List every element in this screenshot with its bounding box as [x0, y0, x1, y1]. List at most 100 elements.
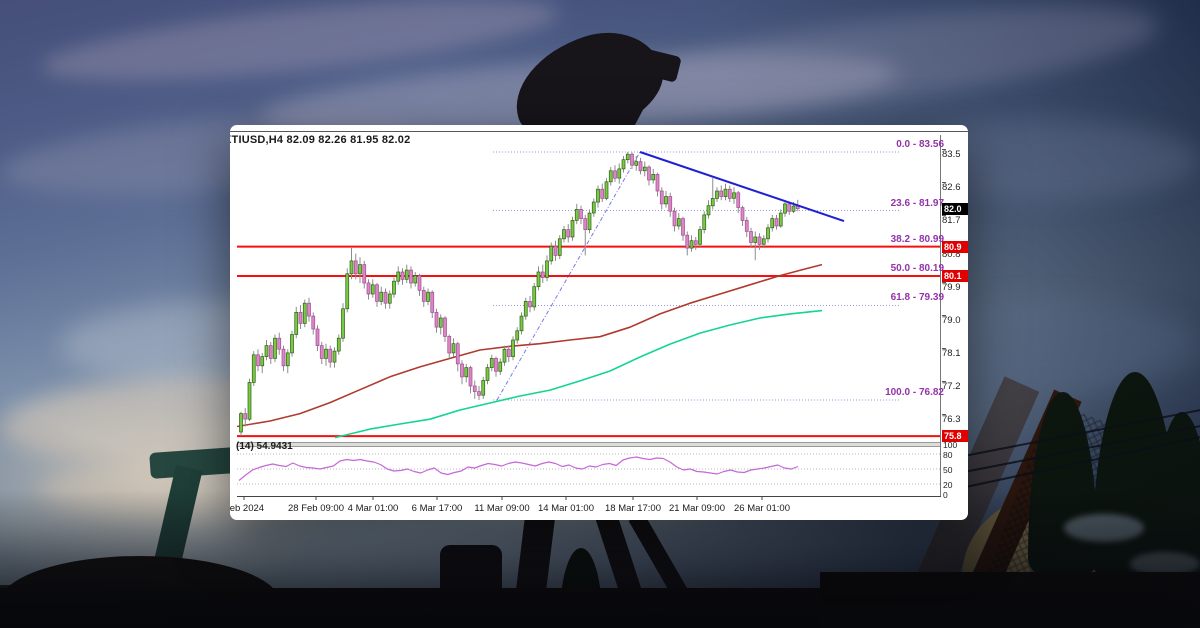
time-axis-label: 26 Mar 01:00	[726, 503, 798, 514]
bear-candle	[244, 414, 247, 420]
bear-candle	[461, 364, 464, 377]
bear-candle	[316, 329, 319, 346]
bear-candle	[648, 167, 651, 180]
bear-candle	[745, 220, 748, 231]
bull-candle	[626, 154, 629, 160]
bull-candle	[499, 362, 502, 371]
bull-candle	[762, 239, 765, 245]
bull-candle	[524, 301, 527, 316]
bull-candle	[393, 281, 396, 294]
bear-candle	[410, 270, 413, 283]
bear-candle	[418, 276, 421, 291]
bear-candle	[376, 285, 379, 302]
time-axis-label: 21 Mar 09:00	[661, 503, 733, 514]
price-axis-tick: 77.2	[942, 381, 968, 392]
bear-candle	[308, 303, 311, 316]
rsi-scale-label: 50	[943, 465, 967, 475]
bear-candle	[584, 219, 587, 230]
bull-candle	[792, 206, 795, 211]
bear-candle	[529, 301, 532, 307]
bear-candle	[614, 171, 617, 178]
bull-candle	[261, 357, 264, 366]
time-axis-label: 11 Mar 09:00	[466, 503, 538, 514]
bull-candle	[716, 191, 719, 198]
bear-candle	[269, 346, 272, 359]
bull-candle	[503, 349, 506, 362]
bear-candle	[278, 338, 281, 349]
bull-candle	[779, 213, 782, 226]
bull-candle	[643, 167, 646, 171]
price-axis-tick: 80.8	[942, 249, 968, 260]
time-axis-label: 28 Feb 09:00	[280, 503, 352, 514]
bear-candle	[431, 292, 434, 312]
bear-candle	[354, 261, 357, 274]
bull-candle	[563, 230, 566, 239]
bear-candle	[567, 230, 570, 237]
bear-candle	[660, 191, 663, 204]
chart-plot[interactable]	[237, 135, 941, 501]
bull-candle	[388, 294, 391, 303]
price-axis-tick: 79.0	[942, 315, 968, 326]
price-axis-tick: 83.5	[942, 149, 968, 160]
bull-candle	[482, 381, 485, 396]
bull-candle	[452, 344, 455, 353]
time-axis-label: 4 Mar 01:00	[337, 503, 409, 514]
bull-candle	[405, 270, 408, 279]
level-price-tag: 80.1	[942, 270, 968, 282]
bull-candle	[597, 189, 600, 202]
bull-candle	[618, 169, 621, 178]
bull-candle	[286, 353, 289, 366]
bull-candle	[490, 358, 493, 367]
price-axis-tick: 79.9	[942, 282, 968, 293]
bull-candle	[690, 241, 693, 248]
bear-candle	[741, 208, 744, 221]
bear-candle	[444, 318, 447, 336]
bull-candle	[516, 331, 519, 340]
bull-candle	[380, 292, 383, 301]
bull-candle	[359, 265, 362, 274]
bear-candle	[448, 336, 451, 353]
price-axis-tick: 82.6	[942, 182, 968, 193]
rsi-indicator-label: (14) 54.9431	[236, 441, 293, 452]
bull-candle	[571, 220, 574, 237]
bear-candle	[694, 241, 697, 245]
bull-candle	[546, 261, 549, 278]
current-price-tag: 82.0	[942, 203, 968, 215]
bear-candle	[728, 189, 731, 198]
bull-candle	[733, 193, 736, 199]
bull-candle	[427, 292, 430, 301]
moving-average-slow	[237, 265, 822, 427]
bear-candle	[673, 211, 676, 226]
bull-candle	[622, 160, 625, 169]
price-axis-tick: 76.3	[942, 414, 968, 425]
bull-candle	[558, 239, 561, 256]
bull-candle	[677, 219, 680, 226]
rsi-scale-label: 20	[943, 480, 967, 490]
bull-candle	[699, 230, 702, 245]
bear-candle	[631, 154, 634, 165]
bear-candle	[507, 349, 510, 356]
bear-candle	[367, 283, 370, 294]
bull-candle	[333, 351, 336, 362]
social-card: XTIUSD,H4 82.09 82.26 81.95 82.02 (14) 5…	[0, 0, 1200, 628]
chart-top-border	[230, 131, 968, 132]
bull-candle	[724, 189, 727, 196]
bull-candle	[588, 213, 591, 230]
bull-candle	[707, 206, 710, 215]
bear-candle	[478, 392, 481, 396]
bull-candle	[605, 182, 608, 199]
bear-candle	[639, 162, 642, 171]
bull-candle	[342, 309, 345, 338]
bear-candle	[737, 193, 740, 208]
bull-candle	[711, 198, 714, 205]
bear-candle	[720, 191, 723, 197]
rsi-scale-label: 0	[943, 490, 967, 500]
bull-candle	[274, 338, 277, 358]
bull-candle	[537, 272, 540, 287]
bull-candle	[291, 335, 294, 353]
price-axis-tick: 81.7	[942, 215, 968, 226]
bull-candle	[325, 349, 328, 358]
time-axis-label: 18 Mar 17:00	[597, 503, 669, 514]
bear-candle	[282, 349, 285, 366]
bear-candle	[554, 246, 557, 255]
